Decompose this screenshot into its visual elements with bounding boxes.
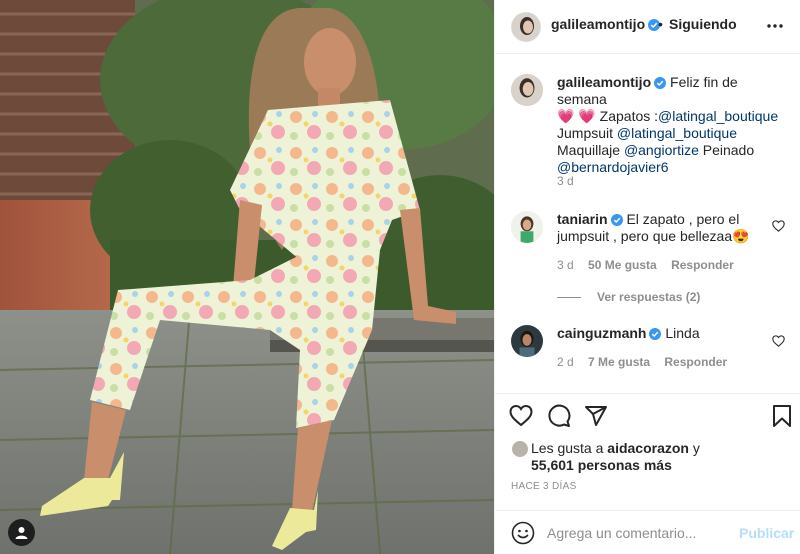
- caption-text: galileamontijo Feliz fin de semana 💗 💗 Z…: [557, 74, 782, 176]
- tagged-users-button[interactable]: [8, 519, 35, 546]
- post-side-panel: galileamontijo • Siguiendo galileamontij…: [494, 0, 800, 554]
- caption-emojis: 💗 💗: [557, 108, 596, 124]
- liker-avatar[interactable]: [511, 440, 529, 458]
- reply-button[interactable]: Responder: [671, 258, 734, 272]
- author-username[interactable]: galileamontijo: [551, 16, 645, 32]
- mention-link[interactable]: @angiortize: [624, 142, 699, 158]
- verified-badge-icon: [649, 328, 662, 340]
- more-options-icon[interactable]: [765, 17, 785, 35]
- post-timestamp[interactable]: HACE 3 DÍAS: [511, 481, 577, 492]
- comment-time[interactable]: 2 d: [557, 355, 574, 369]
- bookmark-icon[interactable]: [770, 404, 794, 428]
- verified-badge-icon: [610, 214, 623, 226]
- comment-likes[interactable]: 50 Me gusta: [588, 258, 657, 272]
- header-separator: •: [658, 16, 663, 32]
- photo-illustration: [0, 0, 494, 554]
- mention-link[interactable]: @latingal_boutique: [617, 125, 737, 141]
- comment: cainguzmanh Linda 2 d 7 Me gusta Respond…: [511, 325, 791, 385]
- liker-username[interactable]: aidacorazon: [607, 440, 689, 456]
- likes-count[interactable]: 55,601 personas más: [531, 457, 672, 473]
- comment-text: cainguzmanh Linda: [557, 325, 782, 342]
- emoji-icon[interactable]: [511, 521, 535, 545]
- post-photo[interactable]: [0, 0, 494, 554]
- comment-username[interactable]: cainguzmanh: [557, 325, 646, 341]
- likes-conjunction: y: [692, 440, 700, 456]
- caption-jumpsuit-label: Jumpsuit: [557, 125, 614, 141]
- comment-username[interactable]: taniarin: [557, 211, 608, 227]
- mention-link[interactable]: @latingal_boutique: [658, 108, 778, 124]
- post-header: galileamontijo • Siguiendo: [495, 0, 800, 54]
- heart-icon[interactable]: [772, 220, 785, 232]
- likes-line-1: Les gusta a aidacorazon y: [531, 440, 700, 456]
- comment-meta: 2 d 7 Me gusta Responder: [557, 355, 738, 369]
- follow-status-button[interactable]: Siguiendo: [669, 16, 737, 32]
- caption-time[interactable]: 3 d: [557, 174, 574, 188]
- comments-list: galileamontijo Feliz fin de semana 💗 💗 Z…: [495, 55, 800, 393]
- caption-author-avatar[interactable]: [511, 74, 543, 106]
- avatar-image: [511, 74, 543, 106]
- verified-badge-icon: [654, 77, 667, 89]
- caption-meta: 3 d: [557, 174, 585, 188]
- comment-body: Linda: [665, 325, 700, 341]
- user-tag-icon: [15, 527, 28, 539]
- comment-meta: 3 d 50 Me gusta Responder: [557, 258, 745, 272]
- view-replies-button[interactable]: Ver respuestas (2): [557, 290, 700, 304]
- add-comment-bar: Publicar: [495, 510, 800, 554]
- avatar-image: [511, 211, 543, 243]
- author-avatar[interactable]: [511, 12, 541, 42]
- instagram-post: galileamontijo • Siguiendo galileamontij…: [0, 0, 800, 554]
- heart-icon[interactable]: [509, 404, 533, 428]
- avatar-image: [511, 325, 543, 357]
- caption: galileamontijo Feliz fin de semana 💗 💗 Z…: [511, 74, 791, 194]
- mention-link[interactable]: @bernardojavier6: [557, 159, 669, 175]
- likes-prefix: Les gusta a: [531, 440, 604, 456]
- comment-likes[interactable]: 7 Me gusta: [588, 355, 650, 369]
- post-actions: [495, 393, 800, 433]
- author-username-row: galileamontijo: [551, 16, 661, 32]
- comment-text: taniarin El zapato , pero el jumpsuit , …: [557, 211, 782, 245]
- commenter-avatar[interactable]: [511, 211, 543, 243]
- publish-button[interactable]: Publicar: [739, 525, 794, 541]
- comment-time[interactable]: 3 d: [557, 258, 574, 272]
- heart-icon[interactable]: [772, 335, 785, 347]
- comment-input[interactable]: [547, 523, 727, 543]
- caption-makeup-label: Maquillaje: [557, 142, 621, 158]
- commenter-avatar[interactable]: [511, 325, 543, 357]
- share-icon[interactable]: [584, 404, 608, 428]
- caption-hair-label: Peinado: [702, 142, 755, 158]
- caption-username[interactable]: galileamontijo: [557, 74, 651, 90]
- view-replies-label: Ver respuestas (2): [597, 290, 701, 304]
- reply-button[interactable]: Responder: [664, 355, 727, 369]
- avatar-image: [512, 13, 540, 41]
- comment-icon[interactable]: [547, 404, 571, 428]
- caption-shoes-label: Zapatos :: [599, 108, 659, 124]
- replies-divider: [557, 297, 581, 299]
